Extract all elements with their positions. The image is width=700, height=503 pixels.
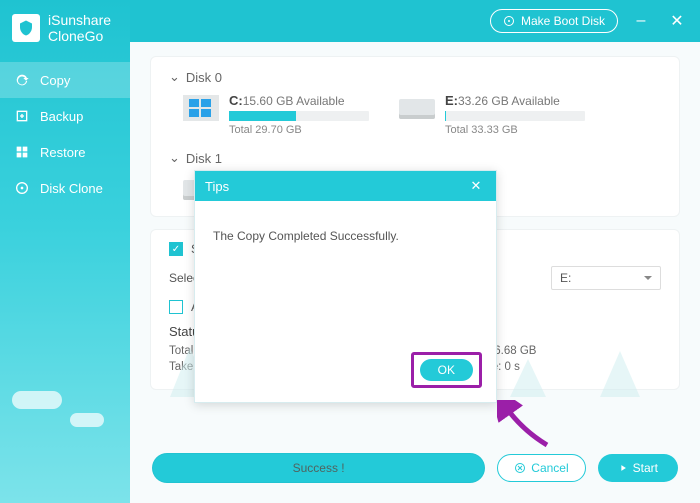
app-title: iSunshare CloneGo: [48, 12, 111, 44]
progress-bar: Success !: [152, 453, 485, 483]
tips-modal: Tips ✕ The Copy Completed Successfully. …: [194, 170, 497, 403]
disk0-partitions: C:15.60 GB Available Total 29.70 GB E:33…: [169, 93, 661, 136]
partition-c[interactable]: C:15.60 GB Available Total 29.70 GB: [183, 93, 369, 136]
select-value: E:: [560, 271, 571, 285]
sidebar-item-label: Copy: [40, 73, 70, 88]
progress-text: Success !: [293, 461, 345, 475]
modal-message: The Copy Completed Successfully.: [213, 229, 399, 243]
partition-info: C:15.60 GB Available Total 29.70 GB: [229, 93, 369, 136]
logo-icon: [12, 14, 40, 42]
button-label: Cancel: [531, 461, 568, 475]
sidebar-scenery: [0, 383, 130, 503]
minimize-button[interactable]: –: [628, 12, 654, 30]
start-button[interactable]: Start: [598, 454, 678, 482]
sidebar-item-backup[interactable]: Backup: [0, 98, 130, 134]
app-root: iSunshare CloneGo Copy Backup Restore Di…: [0, 0, 700, 503]
sidebar: iSunshare CloneGo Copy Backup Restore Di…: [0, 0, 130, 503]
titlebar: Make Boot Disk – ✕: [130, 0, 700, 42]
sidebar-item-label: Backup: [40, 109, 83, 124]
sidebar-item-copy[interactable]: Copy: [0, 62, 130, 98]
play-icon: [618, 463, 628, 473]
cancel-button[interactable]: Cancel: [497, 454, 585, 482]
button-label: OK: [438, 363, 455, 377]
modal-titlebar: Tips ✕: [195, 171, 496, 201]
plus-box-icon: [14, 108, 30, 124]
close-button[interactable]: ✕: [664, 11, 690, 31]
after-checkbox[interactable]: [169, 300, 183, 314]
sidebar-item-restore[interactable]: Restore: [0, 134, 130, 170]
partition-info: E:33.26 GB Available Total 33.33 GB: [445, 93, 585, 136]
target-partition-select[interactable]: E:: [551, 266, 661, 290]
set-checkbox[interactable]: ✓: [169, 242, 183, 256]
modal-body: The Copy Completed Successfully.: [195, 201, 496, 342]
modal-title: Tips: [205, 179, 229, 194]
disk1-header[interactable]: ⌄ Disk 1: [169, 150, 661, 166]
disk-title: Disk 1: [186, 151, 222, 166]
make-boot-disk-button[interactable]: Make Boot Disk: [490, 9, 618, 33]
windows-drive-icon: [183, 95, 219, 123]
ok-button[interactable]: OK: [420, 359, 473, 381]
sidebar-item-label: Restore: [40, 145, 86, 160]
disk-title: Disk 0: [186, 70, 222, 85]
disc-icon: [503, 15, 515, 27]
disk0-header[interactable]: ⌄ Disk 0: [169, 69, 661, 85]
refresh-icon: [14, 72, 30, 88]
button-label: Start: [633, 461, 658, 475]
bottombar: Success ! Cancel Start: [130, 443, 700, 503]
sidebar-item-disk-clone[interactable]: Disk Clone: [0, 170, 130, 206]
partition-e[interactable]: E:33.26 GB Available Total 33.33 GB: [399, 93, 585, 136]
chevron-down-icon: ⌄: [169, 150, 180, 166]
boot-label: Make Boot Disk: [521, 14, 605, 28]
sidebar-item-label: Disk Clone: [40, 181, 103, 196]
cancel-icon: [514, 462, 526, 474]
disk-icon: [14, 180, 30, 196]
chevron-down-icon: ⌄: [169, 69, 180, 85]
modal-footer: OK: [195, 342, 496, 402]
sidebar-nav: Copy Backup Restore Disk Clone: [0, 62, 130, 206]
app-logo: iSunshare CloneGo: [0, 0, 130, 62]
drive-icon: [399, 95, 435, 123]
modal-close-button[interactable]: ✕: [466, 178, 486, 194]
grid-icon: [14, 144, 30, 160]
ok-highlight: OK: [411, 352, 482, 388]
